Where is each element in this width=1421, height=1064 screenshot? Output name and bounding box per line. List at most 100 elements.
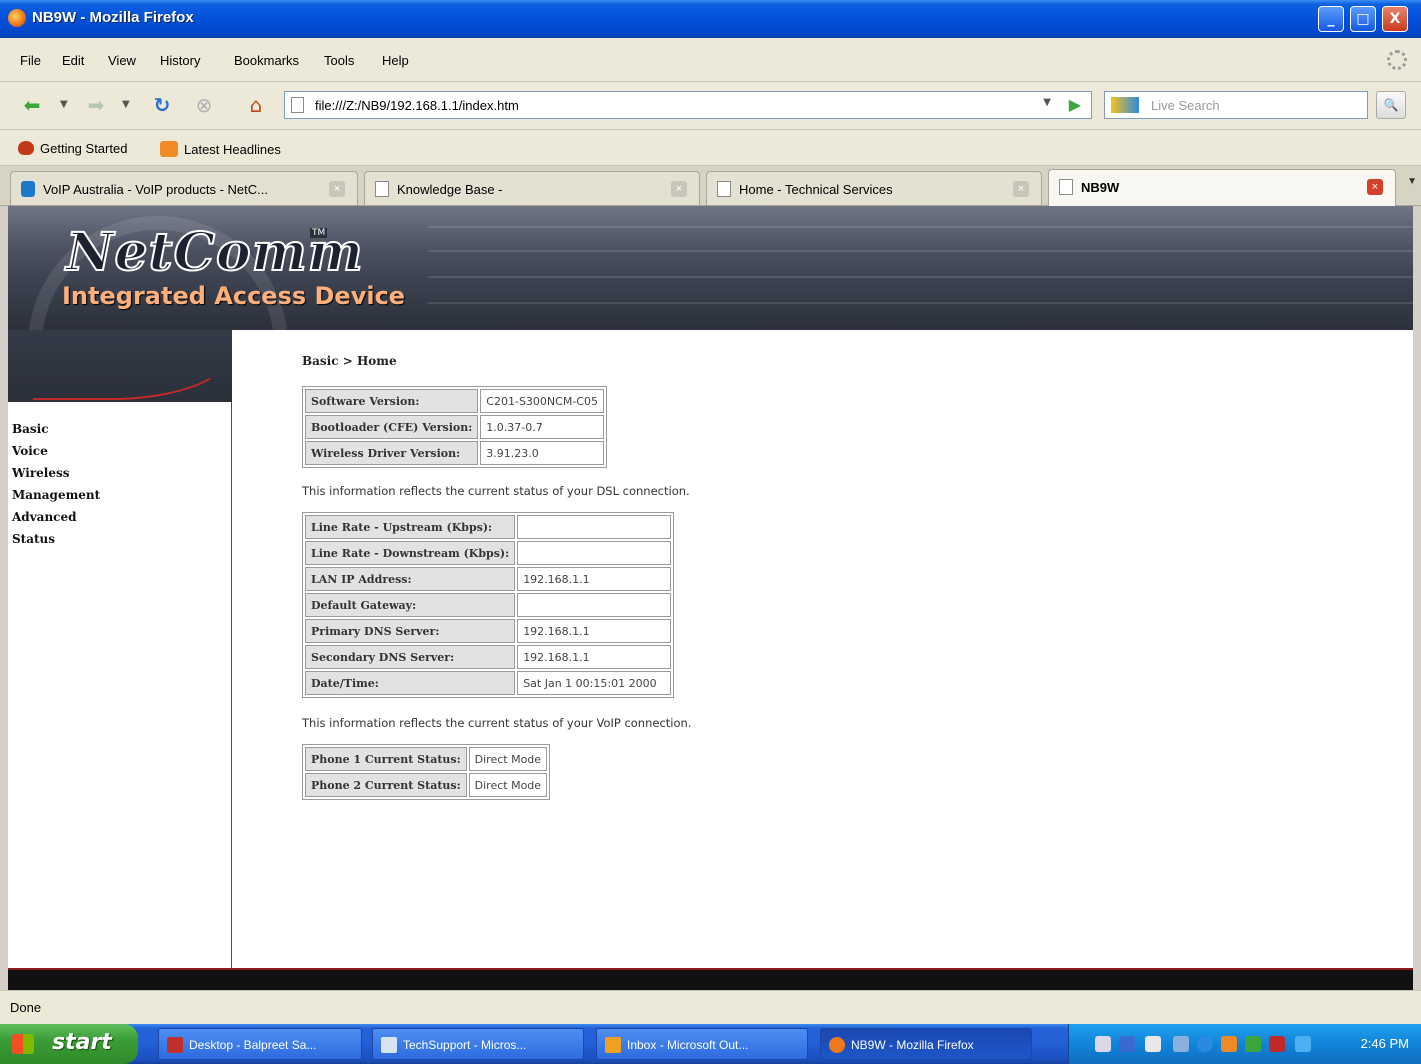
back-button[interactable]: ⬅ [14,90,50,120]
menu-tools[interactable]: Tools [324,53,354,68]
table-row: Secondary DNS Server: 192.168.1.1 [305,645,672,669]
taskbar-item-techsupport[interactable]: TechSupport - Micros... [372,1028,584,1060]
home-button[interactable]: ⌂ [240,90,272,120]
app-icon [381,1037,397,1053]
help-icon[interactable] [1145,1036,1161,1052]
clock: 2:46 PM [1360,1036,1409,1051]
table-row: Bootloader (CFE) Version: 1.0.37-0.7 [305,415,604,439]
taskbar-item-firefox[interactable]: NB9W - Mozilla Firefox [820,1028,1032,1060]
navigation-toolbar: ⬅ ▼ ➡ ▼ ↻ ⊗ ⌂ file:///Z:/NB9/192.168.1.1… [0,82,1421,130]
getting-started-icon [18,141,34,155]
search-engine-icon[interactable] [1111,97,1139,113]
page-icon [375,181,389,197]
taskbar-item-desktop[interactable]: Desktop - Balpreet Sa... [158,1028,362,1060]
tab-voip-australia[interactable]: VoIP Australia - VoIP products - NetC...… [10,171,358,205]
footer-bar [8,968,1413,990]
table-row: Line Rate - Downstream (Kbps): [305,541,672,565]
throbber-icon [1387,50,1407,70]
breadcrumb: Basic > Home [302,354,397,368]
tab-close-icon[interactable]: × [329,181,345,197]
firefox-icon [8,9,26,27]
tab-close-icon[interactable]: × [1367,179,1383,195]
go-arrow-icon[interactable]: ▶ [1069,95,1081,114]
page-icon [717,181,731,197]
voip-status-table: Phone 1 Current Status: Direct Mode Phon… [302,744,551,800]
voip-status-text: This information reflects the current st… [302,716,692,730]
tab-nb9w[interactable]: NB9W × [1048,169,1396,206]
table-row: Line Rate - Upstream (Kbps): [305,515,672,539]
windows-logo-icon [12,1034,34,1054]
tray-icon[interactable] [1269,1036,1285,1052]
menu-view[interactable]: View [108,53,136,68]
minimize-button[interactable]: _ [1318,6,1344,32]
app-icon [605,1037,621,1053]
bookmarks-toolbar: Getting Started Latest Headlines [0,130,1421,166]
page-icon [291,97,304,113]
address-bar[interactable]: file:///Z:/NB9/192.168.1.1/index.htm ▼ ▶ [284,91,1092,119]
search-placeholder: Live Search [1151,98,1220,113]
sidebar-graphic [8,330,232,402]
forward-button[interactable]: ➡ [78,90,114,120]
menu-edit[interactable]: Edit [62,53,84,68]
system-tray: 2:46 PM [1068,1024,1421,1064]
menu-help[interactable]: Help [382,53,409,68]
stop-button[interactable]: ⊗ [190,90,218,120]
reload-button[interactable]: ↻ [146,90,178,120]
sidebar: Basic Voice Wireless Management Advanced… [8,330,232,990]
table-row: Phone 2 Current Status: Direct Mode [305,773,548,797]
window-title-bar[interactable]: NB9W - Mozilla Firefox _ □ X [0,0,1421,38]
status-bar: Done [0,990,1421,1024]
start-button[interactable]: start [0,1024,138,1064]
tab-knowledge-base[interactable]: Knowledge Base - × [364,171,700,205]
firefox-icon [829,1037,845,1053]
menu-bookmarks[interactable]: Bookmarks [234,53,299,68]
back-history-dropdown-icon[interactable]: ▼ [60,90,68,120]
header-banner: NetComm TM Integrated Access Device [8,206,1413,476]
tab-close-icon[interactable]: × [671,181,687,197]
web-page: NetComm TM Integrated Access Device Basi… [8,206,1413,990]
sidebar-nav: Basic Voice Wireless Management Advanced… [12,418,100,550]
tray-icon[interactable] [1095,1036,1111,1052]
sidebar-item-status[interactable]: Status [12,528,100,550]
maximize-button[interactable]: □ [1350,6,1376,32]
menu-bar: File Edit View History Bookmarks Tools H… [0,38,1421,82]
voip-site-icon [21,181,35,197]
forward-history-dropdown-icon[interactable]: ▼ [122,90,130,120]
tab-technical-services[interactable]: Home - Technical Services × [706,171,1042,205]
table-row: Phone 1 Current Status: Direct Mode [305,747,548,771]
rss-feed-icon [160,141,178,157]
network-icon[interactable] [1173,1036,1189,1052]
bookmark-latest-headlines[interactable]: Latest Headlines [160,141,281,157]
tray-icon[interactable] [1295,1036,1311,1052]
sidebar-item-basic[interactable]: Basic [12,418,100,440]
sidebar-item-management[interactable]: Management [12,484,100,506]
tray-icon[interactable] [1119,1036,1135,1052]
tray-icon[interactable] [1197,1036,1213,1052]
menu-file[interactable]: File [20,53,41,68]
tray-icon[interactable] [1221,1036,1237,1052]
close-button[interactable]: X [1382,6,1408,32]
banner-subtitle: Integrated Access Device [62,282,406,310]
table-row: Wireless Driver Version: 3.91.23.0 [305,441,604,465]
dsl-status-text: This information reflects the current st… [302,484,690,498]
bookmark-getting-started[interactable]: Getting Started [18,141,127,156]
sidebar-item-voice[interactable]: Voice [12,440,100,462]
table-row: Software Version: C201-S300NCM-C05 [305,389,604,413]
menu-history[interactable]: History [160,53,200,68]
app-icon [167,1037,183,1053]
taskbar-item-outlook[interactable]: Inbox - Microsoft Out... [596,1028,808,1060]
sidebar-item-wireless[interactable]: Wireless [12,462,100,484]
search-button[interactable]: 🔍 [1376,91,1406,119]
sidebar-item-advanced[interactable]: Advanced [12,506,100,528]
url-dropdown-icon[interactable]: ▼ [1043,97,1051,108]
address-url[interactable]: file:///Z:/NB9/192.168.1.1/index.htm [315,98,519,113]
tab-close-icon[interactable]: × [1013,181,1029,197]
table-row: Primary DNS Server: 192.168.1.1 [305,619,672,643]
taskbar: start Desktop - Balpreet Sa... TechSuppo… [0,1024,1421,1064]
tray-icon[interactable] [1245,1036,1261,1052]
table-row: Date/Time: Sat Jan 1 00:15:01 2000 [305,671,672,695]
dsl-status-table: Line Rate - Upstream (Kbps): Line Rate -… [302,512,675,698]
main-content: Basic > Home Software Version: C201-S300… [302,354,691,800]
tab-list-dropdown-icon[interactable]: ▼ [1407,176,1417,187]
search-box[interactable]: Live Search [1104,91,1368,119]
